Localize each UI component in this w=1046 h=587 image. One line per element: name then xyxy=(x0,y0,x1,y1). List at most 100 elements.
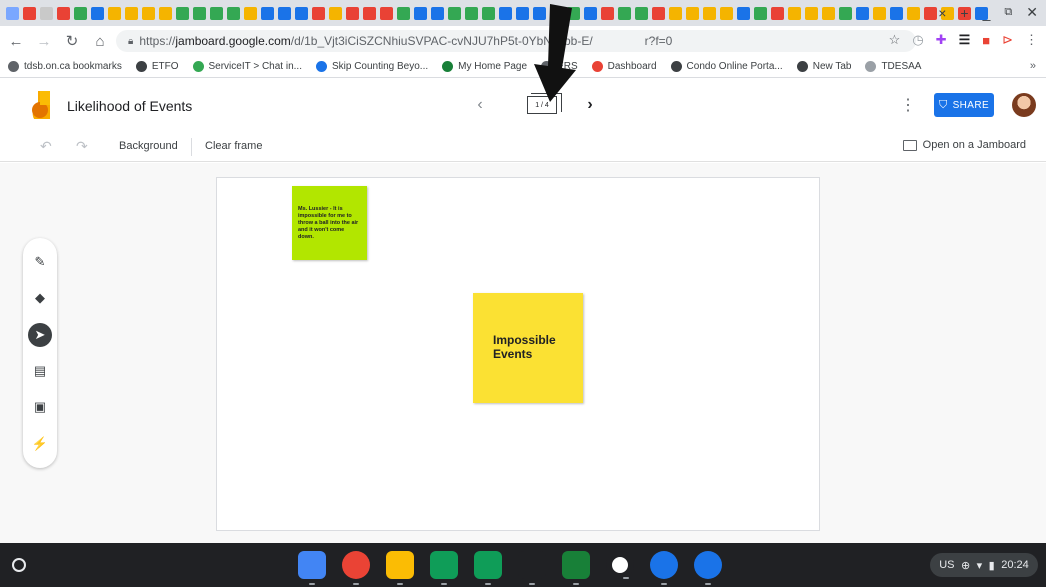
bookmark-item[interactable]: Condo Online Porta... xyxy=(670,61,783,72)
jam-canvas[interactable]: Ms. Lussier - It is impossible for me to… xyxy=(216,177,820,531)
tab-favicon[interactable] xyxy=(261,6,274,20)
tab-favicon[interactable] xyxy=(142,6,155,20)
clear-frame-button[interactable]: Clear frame xyxy=(205,140,262,152)
tab-favicon[interactable] xyxy=(159,6,172,20)
tab-close-icon[interactable]: × xyxy=(938,5,946,21)
tab-favicon[interactable] xyxy=(125,6,138,20)
tab-favicon[interactable] xyxy=(584,6,597,20)
tab-favicon[interactable] xyxy=(431,6,444,20)
sticky-note-icon[interactable]: ▤ xyxy=(28,359,52,383)
shelf-app-icon[interactable] xyxy=(606,551,634,579)
bookmark-item[interactable]: Dashboard xyxy=(591,61,657,72)
bookmark-item[interactable]: ServiceIT > Chat in... xyxy=(192,61,302,72)
eraser-icon[interactable]: ◆ xyxy=(28,286,52,310)
restore-icon[interactable]: ⧉ xyxy=(1004,6,1012,19)
bookmark-item[interactable]: My Home Page xyxy=(442,61,527,72)
avatar[interactable] xyxy=(1012,93,1036,117)
extension-puzzle-icon[interactable]: ✚ xyxy=(936,32,947,48)
tab-favicon[interactable] xyxy=(652,6,665,20)
sticky-note-green[interactable]: Ms. Lussier - It is impossible for me to… xyxy=(292,186,367,260)
tab-favicon[interactable] xyxy=(23,6,36,20)
new-tab-button[interactable]: + xyxy=(960,5,968,21)
tab-favicon[interactable] xyxy=(482,6,495,20)
tab-favicon[interactable] xyxy=(754,6,767,20)
tab-favicon[interactable] xyxy=(499,6,512,20)
browser-menu-icon[interactable]: ⋮ xyxy=(1025,32,1038,48)
tab-favicon[interactable] xyxy=(397,6,410,20)
tab-favicon[interactable] xyxy=(907,6,920,20)
tab-favicon[interactable] xyxy=(771,6,784,20)
bookmark-item[interactable]: Skip Counting Beyo... xyxy=(315,61,428,72)
tab-favicon[interactable] xyxy=(295,6,308,20)
shelf-app-icon[interactable] xyxy=(694,551,722,585)
reload-icon[interactable]: ↻ xyxy=(60,29,84,53)
status-tray[interactable]: US ⊕ ▾ ▮ 20:24 xyxy=(930,553,1038,577)
home-icon[interactable]: ⌂ xyxy=(88,29,112,53)
shelf-app-icon[interactable] xyxy=(386,551,414,585)
tab-favicon[interactable] xyxy=(278,6,291,20)
sticky-note-yellow[interactable]: Impossible Events xyxy=(473,293,583,403)
tab-favicon[interactable] xyxy=(890,6,903,20)
tab-favicon[interactable] xyxy=(108,6,121,20)
tab-favicon[interactable] xyxy=(669,6,682,20)
tab-favicon[interactable] xyxy=(176,6,189,20)
tab-favicon[interactable] xyxy=(703,6,716,20)
pen-icon[interactable]: ✎ xyxy=(28,250,52,274)
close-window-icon[interactable]: ✕ xyxy=(1026,4,1038,21)
bookmarks-more-icon[interactable]: » xyxy=(1030,60,1036,72)
tab-favicon[interactable] xyxy=(363,6,376,20)
tab-favicon[interactable] xyxy=(686,6,699,20)
tab-favicon[interactable] xyxy=(720,6,733,20)
shelf-app-icon[interactable] xyxy=(298,551,326,585)
tab-favicon[interactable] xyxy=(618,6,631,20)
tab-favicon[interactable] xyxy=(788,6,801,20)
undo-icon[interactable]: ↶ xyxy=(40,138,52,155)
more-options-icon[interactable]: ⋮ xyxy=(900,95,916,115)
launcher-icon[interactable] xyxy=(12,558,26,572)
tab-favicon[interactable] xyxy=(57,6,70,20)
extension-reader-icon[interactable]: ☰ xyxy=(959,32,971,48)
tab-favicon[interactable] xyxy=(193,6,206,20)
jamboard-logo-icon[interactable] xyxy=(30,91,50,119)
tab-favicon[interactable] xyxy=(210,6,223,20)
bookmark-item[interactable]: ETFO xyxy=(135,61,179,72)
tab-favicon[interactable] xyxy=(40,6,53,20)
tab-favicon[interactable] xyxy=(601,6,614,20)
shelf-app-icon[interactable] xyxy=(474,551,502,585)
image-icon[interactable]: ▣ xyxy=(28,395,52,419)
tab-favicon[interactable] xyxy=(465,6,478,20)
tab-favicon[interactable] xyxy=(346,6,359,20)
bookmark-item[interactable]: New Tab xyxy=(796,61,851,72)
back-icon[interactable]: ← xyxy=(4,29,28,53)
select-cursor-icon[interactable]: ➤ xyxy=(28,322,52,347)
tab-favicon[interactable] xyxy=(448,6,461,20)
redo-icon[interactable]: ↷ xyxy=(76,138,88,155)
tab-favicon[interactable] xyxy=(635,6,648,20)
bookmark-item[interactable]: TDESAA xyxy=(865,61,921,72)
tab-favicon[interactable] xyxy=(227,6,240,20)
tab-favicon[interactable] xyxy=(380,6,393,20)
star-icon[interactable]: ☆ xyxy=(889,32,901,48)
next-frame-icon[interactable]: › xyxy=(580,96,600,114)
minimize-icon[interactable]: _ xyxy=(983,5,991,21)
jam-title[interactable]: Likelihood of Events xyxy=(67,98,192,114)
tab-favicon[interactable] xyxy=(91,6,104,20)
share-button[interactable]: ⛉ SHARE xyxy=(934,93,994,117)
tab-favicon[interactable] xyxy=(839,6,852,20)
tab-favicon[interactable] xyxy=(737,6,750,20)
address-bar[interactable]: 🔒︎ https:// jamboard.google.com /d/1b_Vj… xyxy=(116,30,916,52)
tab-favicon[interactable] xyxy=(414,6,427,20)
background-button[interactable]: Background xyxy=(119,140,178,152)
shelf-app-icon[interactable] xyxy=(342,551,370,585)
tab-favicon[interactable] xyxy=(822,6,835,20)
extension-icon[interactable]: ◷ xyxy=(912,32,923,48)
tab-favicon[interactable] xyxy=(329,6,342,20)
shelf-app-icon[interactable] xyxy=(562,551,590,585)
bookmark-item[interactable]: tdsb.on.ca bookmarks xyxy=(8,61,122,72)
tab-favicon[interactable] xyxy=(805,6,818,20)
forward-icon[interactable]: → xyxy=(32,29,56,53)
shelf-app-icon[interactable] xyxy=(518,551,546,585)
previous-frame-icon[interactable]: ‹ xyxy=(470,96,490,114)
tab-favicon[interactable] xyxy=(74,6,87,20)
tab-favicon[interactable] xyxy=(312,6,325,20)
